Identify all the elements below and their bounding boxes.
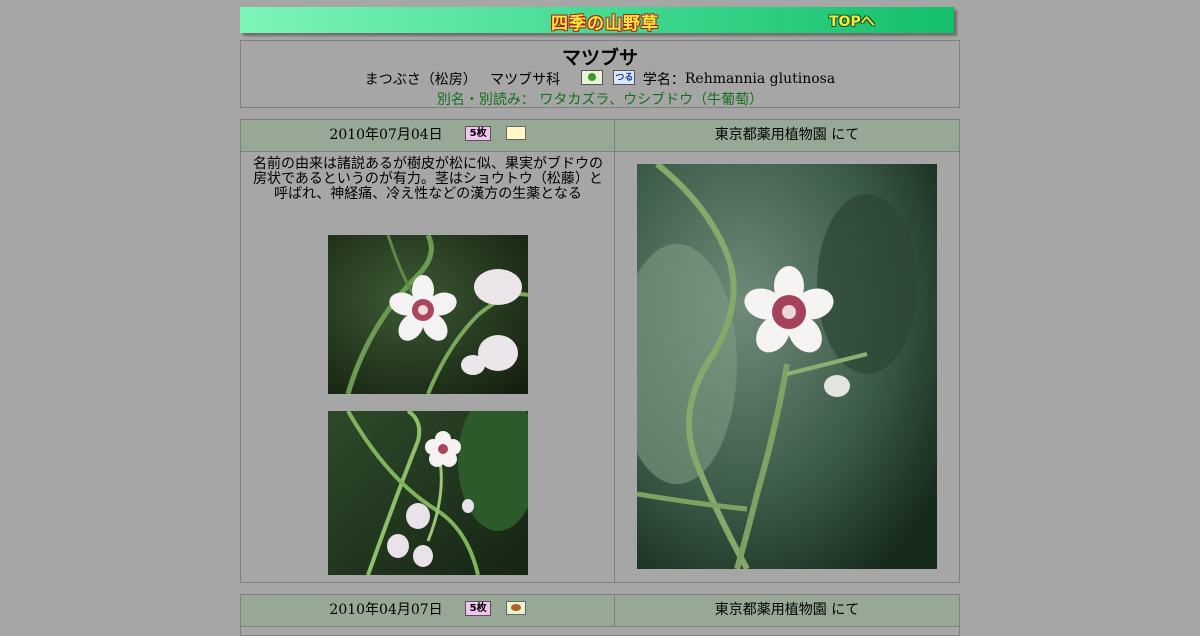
plant-family: マツブサ科 [490, 72, 561, 88]
scientific-label: 学名： [642, 72, 685, 88]
entry-date-cell: 2010年07月04日 5枚 [241, 120, 615, 151]
plant-reading: まつぶさ（松房） [364, 72, 477, 88]
entry-location: 東京都薬用植物園 にて [714, 602, 860, 618]
vine-icon[interactable] [613, 69, 636, 85]
photo-count-badge[interactable]: 5枚 [465, 125, 492, 141]
flower-cluster-photo[interactable] [328, 411, 528, 575]
entry-date-cell: 2010年04月07日 5枚 [241, 595, 615, 626]
photo-count-badge[interactable]: 5枚 [465, 600, 492, 616]
divider [614, 151, 615, 582]
site-title[interactable]: 四季の山野草 [551, 9, 659, 34]
main-flower-photo[interactable] [637, 164, 937, 569]
flower-thumb-icon[interactable] [505, 126, 526, 140]
bud-thumb-icon[interactable] [505, 601, 526, 615]
entry-date: 2010年07月04日 [329, 127, 443, 143]
entry-location: 東京都薬用植物園 にて [714, 127, 860, 143]
plant-header: マツブサ まつぶさ（松房） マツブサ科 学名：Rehmannia glutino… [240, 40, 960, 108]
entry-location-cell: 東京都薬用植物園 にて [615, 120, 959, 151]
divider [241, 626, 959, 627]
photo-entry: 2010年07月04日 5枚 東京都薬用植物園 にて 名前の由来は諸説あるが樹皮… [240, 119, 960, 583]
divider [241, 151, 959, 152]
top-link[interactable]: TOPへ [829, 11, 875, 31]
scientific-name: Rehmannia glutinosa [684, 71, 836, 87]
entry-date: 2010年04月07日 [329, 602, 443, 618]
entry-description: 名前の由来は諸説あるが樹皮が松に似、果実がブドウの房状であるというのが有力。茎は… [253, 156, 603, 202]
plant-icon[interactable] [580, 69, 603, 85]
plant-info-line: まつぶさ（松房） マツブサ科 学名：Rehmannia glutinosa [241, 69, 959, 89]
plant-name: マツブサ [561, 47, 638, 69]
plant-aliases: 別名・別読み： ワタカズラ、ウシブドウ（牛葡萄） [436, 92, 764, 108]
flower-photo-closeup[interactable] [328, 235, 528, 394]
site-banner: 四季の山野草 TOPへ [240, 7, 954, 34]
entry-location-cell: 東京都薬用植物園 にて [615, 595, 959, 626]
